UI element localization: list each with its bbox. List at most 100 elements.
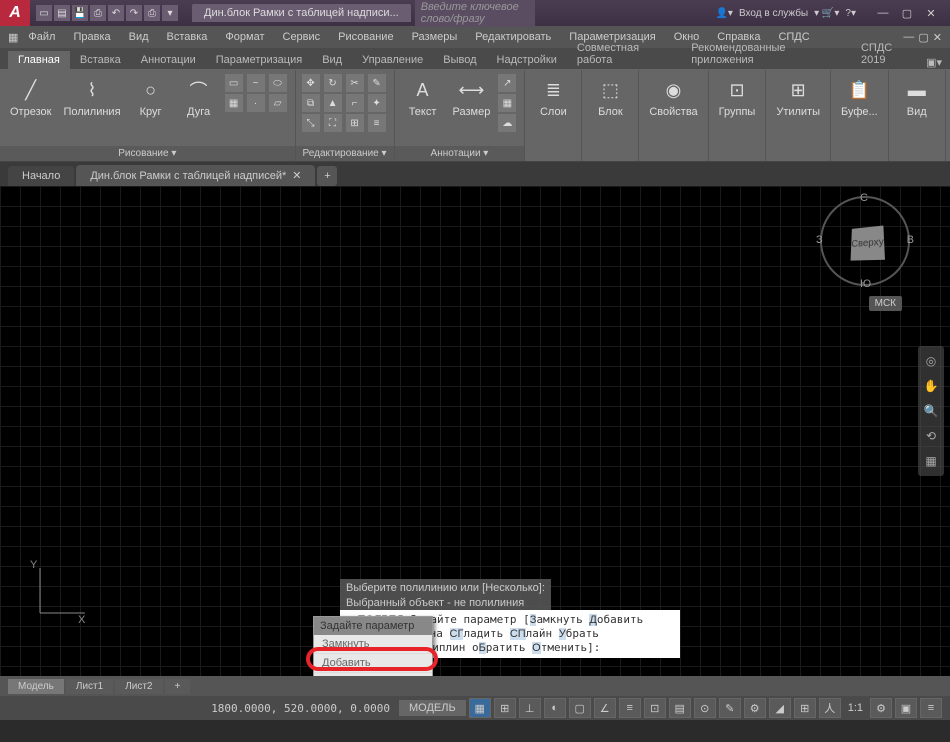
nav-wheel-icon[interactable]: ◎ <box>920 350 942 372</box>
nav-zoom-icon[interactable]: 🔍 <box>920 400 942 422</box>
minimize-button[interactable]: — <box>872 4 894 22</box>
rotate-icon[interactable]: ↻ <box>324 74 342 92</box>
rtab-annot[interactable]: Аннотации <box>131 51 206 69</box>
stretch-icon[interactable]: ⤡ <box>302 114 320 132</box>
table-icon[interactable]: ▦ <box>498 94 516 112</box>
rtab-manage[interactable]: Управление <box>352 51 433 69</box>
rtab-home[interactable]: Главная <box>8 51 70 69</box>
search-input[interactable]: Введите ключевое слово/фразу <box>415 0 535 27</box>
line-button[interactable]: ╱Отрезок <box>6 74 55 120</box>
nav-show-icon[interactable]: ▦ <box>920 450 942 472</box>
ltab-sheet1[interactable]: Лист1 <box>66 679 113 694</box>
menu-draw[interactable]: Рисование <box>330 29 401 45</box>
polyline-button[interactable]: ⌇Полилиния <box>59 74 124 120</box>
viewcube[interactable]: Сверху С Ю В З <box>820 196 910 286</box>
text-button[interactable]: AТекст <box>401 74 445 120</box>
ltab-sheet2[interactable]: Лист2 <box>115 679 162 694</box>
app-menu-icon[interactable]: ▦ <box>8 31 18 44</box>
status-custom-icon[interactable]: ≡ <box>920 698 942 718</box>
status-trans-icon[interactable]: ⊡ <box>644 698 666 718</box>
arc-button[interactable]: ⌒Дуга <box>177 74 221 120</box>
status-iso-icon[interactable]: ◢ <box>769 698 791 718</box>
circle-button[interactable]: ○Круг <box>129 74 173 120</box>
rtab-collab[interactable]: Совместная работа <box>567 39 681 69</box>
menu-format[interactable]: Формат <box>217 29 272 45</box>
fillet-icon[interactable]: ⌐ <box>346 94 364 112</box>
status-snap-icon[interactable]: ⊞ <box>494 698 516 718</box>
point-icon[interactable]: · <box>247 94 265 112</box>
cm-close[interactable]: Замкнуть <box>314 635 432 654</box>
rtab-view[interactable]: Вид <box>312 51 352 69</box>
block-button[interactable]: ⬚Блок <box>588 74 632 120</box>
status-ann-icon[interactable]: ✎ <box>719 698 741 718</box>
panel-draw-title[interactable]: Рисование ▾ <box>0 146 295 161</box>
clip-button[interactable]: 📋Буфе... <box>837 74 882 120</box>
status-lwt-icon[interactable]: ≡ <box>619 698 641 718</box>
groups-button[interactable]: ⊡Группы <box>715 74 760 120</box>
tab-current[interactable]: Дин.блок Рамки с таблицей надписей*✕ <box>76 165 315 186</box>
tab-close-icon[interactable]: ✕ <box>292 169 301 182</box>
qat-undo-icon[interactable]: ↶ <box>108 5 124 21</box>
cm-add[interactable]: Добавить <box>314 654 432 673</box>
rtab-spds[interactable]: СПДС 2019 <box>851 39 926 69</box>
viewcube-w[interactable]: З <box>816 234 823 246</box>
app-logo[interactable]: A <box>0 0 30 26</box>
cm-width[interactable]: Ширина <box>314 673 432 676</box>
drawing-canvas[interactable]: Сверху С Ю В З МСК ◎ ✋ 🔍 ⟲ ▦ Y X Задайте… <box>0 186 950 676</box>
dim-button[interactable]: ⟷Размер <box>449 74 495 120</box>
qat-open-icon[interactable]: ▤ <box>54 5 70 21</box>
status-polar-icon[interactable]: ◐ <box>544 698 566 718</box>
qat-redo-icon[interactable]: ↷ <box>126 5 142 21</box>
menu-service[interactable]: Сервис <box>275 29 329 45</box>
rtab-insert[interactable]: Вставка <box>70 51 131 69</box>
explode-icon[interactable]: ✦ <box>368 94 386 112</box>
cart-icon[interactable]: ▾ 🛒▾ <box>814 8 839 19</box>
viewcube-top[interactable]: Сверху <box>851 225 885 260</box>
status-scale[interactable]: 1:1 <box>844 702 867 714</box>
menu-modify[interactable]: Редактировать <box>467 29 559 45</box>
status-ortho-icon[interactable]: ⊥ <box>519 698 541 718</box>
mirror-icon[interactable]: ▲ <box>324 94 342 112</box>
status-osnap-icon[interactable]: ▢ <box>569 698 591 718</box>
status-otrack-icon[interactable]: ∠ <box>594 698 616 718</box>
status-qp-icon[interactable]: ▤ <box>669 698 691 718</box>
leader-icon[interactable]: ↗ <box>498 74 516 92</box>
nav-orbit-icon[interactable]: ⟲ <box>920 425 942 447</box>
menu-view[interactable]: Вид <box>121 29 157 45</box>
array-icon[interactable]: ⊞ <box>346 114 364 132</box>
tab-add-button[interactable]: + <box>317 166 337 186</box>
status-grid-icon[interactable]: ▦ <box>469 698 491 718</box>
login-link[interactable]: Вход в службы <box>739 8 808 19</box>
rtab-output[interactable]: Вывод <box>433 51 486 69</box>
layers-button[interactable]: ≣Слои <box>531 74 575 120</box>
erase-icon[interactable]: ✎ <box>368 74 386 92</box>
nav-pan-icon[interactable]: ✋ <box>920 375 942 397</box>
menu-dims[interactable]: Размеры <box>404 29 466 45</box>
ellipse-icon[interactable]: ⬭ <box>269 74 287 92</box>
menu-file[interactable]: Файл <box>20 29 63 45</box>
rtab-param[interactable]: Параметризация <box>206 51 312 69</box>
qat-more-icon[interactable]: ▾ <box>162 5 178 21</box>
status-max-icon[interactable]: ▣ <box>895 698 917 718</box>
close-button[interactable]: ✕ <box>920 4 942 22</box>
user-icon[interactable]: 👤▾ <box>715 8 732 19</box>
viewcube-s[interactable]: Ю <box>860 278 871 290</box>
wcs-label[interactable]: МСК <box>869 296 902 311</box>
rtab-apps[interactable]: Рекомендованные приложения <box>681 39 851 69</box>
rect-icon[interactable]: ▭ <box>225 74 243 92</box>
status-ws-icon[interactable]: ⚙ <box>744 698 766 718</box>
status-model[interactable]: МОДЕЛЬ <box>399 700 466 716</box>
qat-print-icon[interactable]: ⎙ <box>144 5 160 21</box>
scale-icon[interactable]: ⛶ <box>324 114 342 132</box>
spline-icon[interactable]: ~ <box>247 74 265 92</box>
panel-annot-title[interactable]: Аннотации ▾ <box>395 146 525 161</box>
util-button[interactable]: ⊞Утилиты <box>772 74 824 120</box>
maximize-button[interactable]: ▢ <box>896 4 918 22</box>
props-button[interactable]: ◉Свойства <box>645 74 701 120</box>
status-gear-icon[interactable]: ⚙ <box>870 698 892 718</box>
ltab-model[interactable]: Модель <box>8 679 64 694</box>
copy-icon[interactable]: ⧉ <box>302 94 320 112</box>
rtab-addons[interactable]: Надстройки <box>487 51 567 69</box>
status-sc-icon[interactable]: ⊙ <box>694 698 716 718</box>
viewcube-e[interactable]: В <box>907 234 914 246</box>
